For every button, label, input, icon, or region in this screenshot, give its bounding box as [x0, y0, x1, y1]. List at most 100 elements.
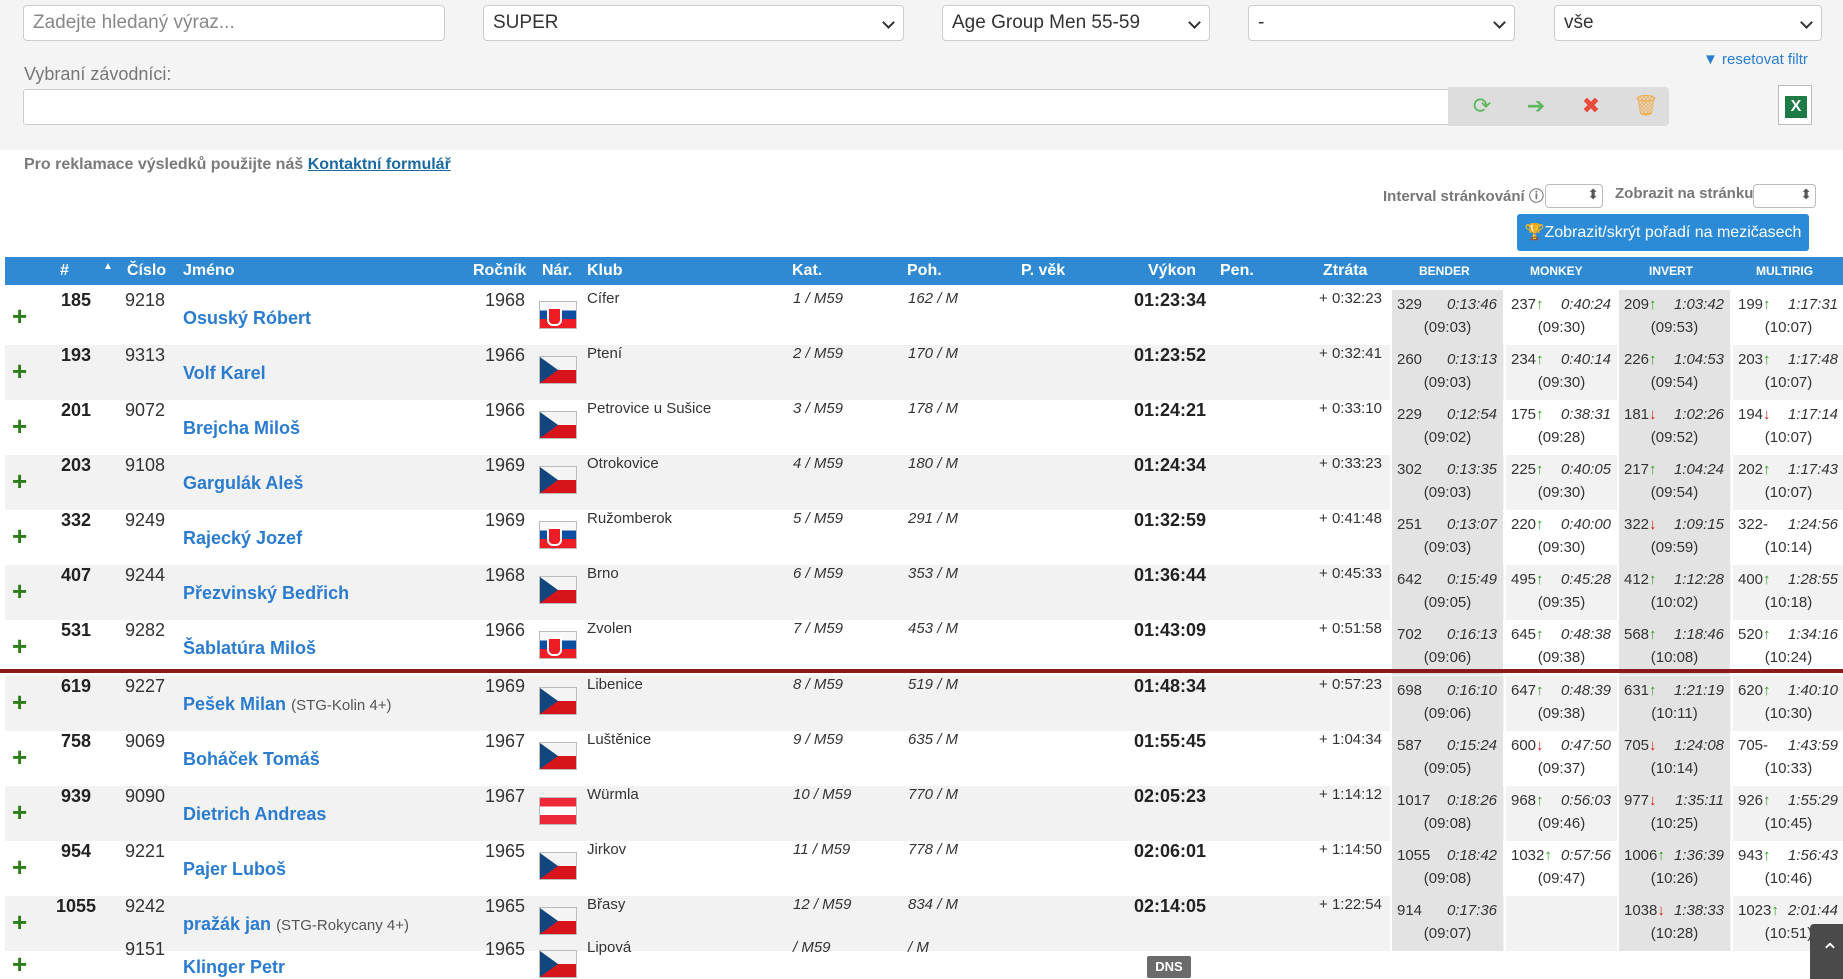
trash-icon[interactable]: 🗑 [1632, 93, 1660, 119]
racer-name[interactable]: Volf Karel [183, 363, 266, 383]
expand-row-icon[interactable]: + [12, 907, 27, 938]
col-poh[interactable]: Poh. [907, 262, 942, 280]
contact-form-link[interactable]: Kontaktní formulář [308, 156, 451, 173]
racer-name-link[interactable]: Pajer Luboš [183, 859, 286, 880]
club-cell: Luštěnice [587, 731, 652, 748]
toggle-split-ranks-button[interactable]: 🏆Zobrazit/skrýt pořadí na mezičasech [1517, 214, 1809, 251]
split-time: 1:12:28 [1673, 571, 1724, 588]
expand-row-icon[interactable]: + [12, 301, 27, 332]
racer-name[interactable]: Boháček Tomáš [183, 749, 320, 769]
col-pen[interactable]: Pen. [1220, 262, 1254, 280]
racer-name[interactable]: Pajer Luboš [183, 859, 286, 879]
racer-name-link[interactable]: Volf Karel [183, 363, 266, 384]
racer-name-link[interactable]: Pešek Milan (STG-Kolin 4+) [183, 694, 392, 715]
expand-row-icon[interactable]: + [12, 631, 27, 662]
col-split-monkey[interactable]: MONKEY [1530, 264, 1583, 278]
col-nat[interactable]: Nár. [542, 262, 572, 280]
paging-interval-input[interactable] [1545, 184, 1603, 208]
expand-row-icon[interactable]: + [12, 687, 27, 718]
split-time: 0:12:54 [1446, 406, 1497, 423]
split-cell: 943↑ 1:56:43 (10:46) [1731, 841, 1843, 896]
racer-name-link[interactable]: Boháček Tomáš [183, 749, 320, 770]
col-number[interactable]: Číslo [127, 262, 166, 280]
racer-name-link[interactable]: Rajecký Jozef [183, 528, 302, 549]
racer-name-link[interactable]: Brejcha Miloš [183, 418, 300, 439]
col-kat[interactable]: Kat. [792, 262, 822, 280]
racer-name[interactable]: Klinger Petr [183, 957, 285, 977]
split-time: 0:18:26 [1446, 792, 1497, 809]
split-pace: (09:05) [1423, 594, 1472, 611]
col-ztrata[interactable]: Ztráta [1323, 262, 1367, 280]
split-pace: (09:03) [1423, 539, 1472, 556]
category-select[interactable]: Age Group Men 55-59 [942, 5, 1210, 41]
split-time: 1:28:55 [1787, 571, 1838, 588]
table-row: +193 9313 Volf Karel 1966 Ptení 2 / M59 170 / … [5, 345, 1843, 400]
rank-cell: 332 [60, 510, 92, 530]
split-rank: 412 [1624, 571, 1650, 588]
expand-row-icon[interactable]: + [12, 742, 27, 773]
scroll-to-top-button[interactable]: ⌃ [1810, 924, 1843, 979]
col-club[interactable]: Klub [587, 262, 623, 280]
split-rank: 1038 [1624, 902, 1658, 919]
col-pvek[interactable]: P. věk [1021, 262, 1065, 280]
arrow-up-icon: ↑ [1763, 682, 1771, 699]
split-cell: 194↓ 1:17:14 (10:07) [1731, 400, 1843, 455]
time-loss-cell: + 0:41:48 [1319, 510, 1382, 527]
col-rank[interactable]: # [60, 262, 69, 280]
category-rank-cell: 10 / M59 [793, 786, 852, 803]
filter3-select[interactable]: - [1248, 5, 1515, 41]
search-input[interactable]: Zadejte hledaný výraz... [23, 5, 445, 41]
per-page-input[interactable] [1753, 184, 1816, 208]
racer-name[interactable]: Pešek Milan [183, 694, 286, 714]
expand-row-icon[interactable]: + [12, 852, 27, 883]
expand-row-icon[interactable]: + [12, 356, 27, 387]
selected-racers-input[interactable] [23, 89, 1450, 125]
racer-name-link[interactable]: Osuský Róbert [183, 308, 311, 329]
reset-filter-link[interactable]: ▼ resetovat filtr [1703, 51, 1808, 68]
split-cell: 705↓ 1:24:08 (10:14) [1617, 731, 1730, 786]
excel-export-icon[interactable]: X [1778, 85, 1812, 125]
racer-name-link[interactable]: Klinger Petr [183, 957, 285, 978]
race-select[interactable]: SUPER [483, 5, 904, 41]
claims-notice-text: Pro reklamace výsledků použijte náš [24, 156, 308, 173]
racer-name-link[interactable]: Gargulák Aleš [183, 473, 303, 494]
racer-name[interactable]: pražák jan [183, 914, 271, 934]
col-name[interactable]: Jméno [183, 262, 235, 280]
split-time: 1:35:11 [1675, 792, 1724, 809]
racer-name-link[interactable]: Dietrich Andreas [183, 804, 326, 825]
racer-name[interactable]: Dietrich Andreas [183, 804, 326, 824]
expand-row-icon[interactable]: + [12, 411, 27, 442]
expand-row-icon[interactable]: + [12, 521, 27, 552]
racer-name-link[interactable]: pražák jan (STG-Rokycany 4+) [183, 914, 409, 935]
col-vykon[interactable]: Výkon [1148, 262, 1196, 280]
racer-name[interactable]: Přezvinský Bedřich [183, 583, 349, 603]
racer-name[interactable]: Rajecký Jozef [183, 528, 302, 548]
finish-time-cell: 01:24:21 [1134, 400, 1207, 420]
col-year[interactable]: Ročník [473, 262, 526, 280]
racer-name-link[interactable]: Přezvinský Bedřich [183, 583, 349, 604]
expand-row-icon[interactable]: + [12, 466, 27, 497]
col-split-multirig[interactable]: MULTIRIG [1756, 264, 1813, 278]
category-rank-cell: 2 / M59 [793, 345, 844, 362]
sort-icon[interactable]: ▲ [103, 261, 113, 272]
arrow-right-icon[interactable]: ➔ [1522, 93, 1550, 119]
racer-name-link[interactable]: Šablatúra Miloš [183, 638, 316, 659]
expand-row-icon[interactable]: + [12, 576, 27, 607]
split-rank-wrap: 202↑ [1738, 461, 1771, 478]
expand-row-icon[interactable]: + [12, 797, 27, 828]
col-split-invert[interactable]: INVERT [1649, 264, 1693, 278]
club-cell: Lipová [587, 939, 632, 956]
filter4-select[interactable]: vše [1554, 5, 1822, 41]
racer-name[interactable]: Osuský Róbert [183, 308, 311, 328]
refresh-icon[interactable]: ⟳ [1468, 93, 1496, 119]
racer-name[interactable]: Gargulák Aleš [183, 473, 303, 493]
arrow-up-icon: ↑ [1763, 351, 1771, 368]
flag-cz-icon [539, 356, 577, 384]
expand-row-icon[interactable]: + [12, 949, 27, 979]
close-icon[interactable]: ✖ [1577, 93, 1605, 119]
split-cell: 209↑ 1:03:42 (09:53) [1617, 290, 1730, 345]
racer-name[interactable]: Brejcha Miloš [183, 418, 300, 438]
col-split-bender[interactable]: BENDER [1419, 264, 1470, 278]
racer-name[interactable]: Šablatúra Miloš [183, 638, 316, 658]
selected-racers-label: Vybraní závodníci: [24, 64, 172, 84]
